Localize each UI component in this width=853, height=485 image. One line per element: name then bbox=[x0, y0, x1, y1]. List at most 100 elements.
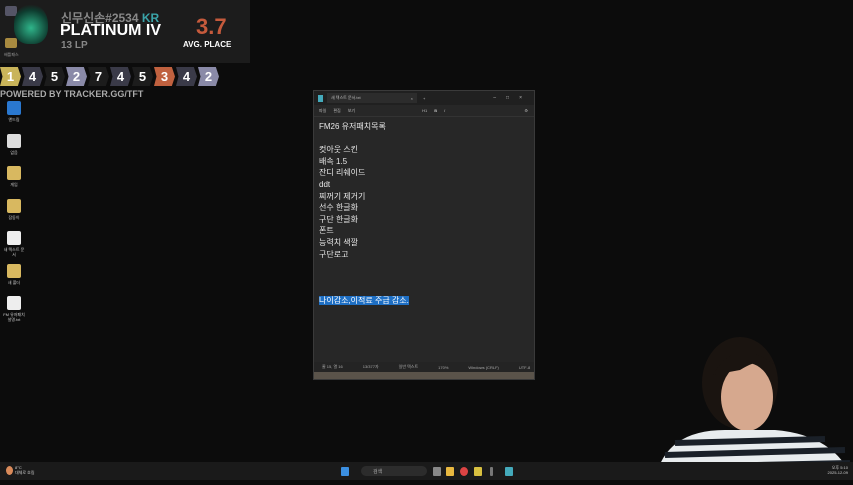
desktop-icon-graphic bbox=[7, 231, 21, 245]
status-item: 13/377자 bbox=[362, 364, 379, 369]
status-item: UTF-8 bbox=[518, 364, 531, 370]
text-line: 선수 한글화 bbox=[319, 203, 359, 213]
desktop-icon[interactable]: 앤드림 bbox=[3, 101, 25, 122]
text-line: 구단 한글화 bbox=[319, 214, 359, 224]
recent-placements: 1452745342 bbox=[0, 67, 219, 86]
webcam-overlay bbox=[655, 335, 853, 480]
desktop-icon-graphic bbox=[7, 166, 21, 180]
avg-place-value: 3.7 bbox=[196, 14, 227, 39]
status-item: 170% bbox=[438, 364, 449, 370]
rank-emblem-icon bbox=[14, 4, 48, 44]
desktop-icon-label: 새 텍스트 문서 bbox=[3, 247, 25, 257]
desktop-icon-graphic bbox=[7, 133, 21, 148]
desktop-icon-graphic bbox=[7, 198, 21, 213]
text-line: 컷아웃 스킨 bbox=[319, 145, 359, 155]
menu-edit[interactable]: 편집 bbox=[333, 108, 340, 114]
text-area[interactable]: FM26 유저패치목록컷아웃 스킨 배속 1.5 잔디 리쉐이드 ddt 찌꺼기 제거기… bbox=[314, 117, 534, 362]
placement-badge: 4 bbox=[176, 67, 197, 86]
league-points: 13 LP bbox=[61, 40, 88, 51]
explorer-icon[interactable] bbox=[446, 467, 454, 476]
search-placeholder: 검색 bbox=[373, 469, 383, 475]
app-icon[interactable] bbox=[474, 467, 482, 476]
desktop-icon-graphic bbox=[7, 263, 21, 278]
weather-icon bbox=[6, 466, 13, 475]
pen-icon[interactable] bbox=[490, 467, 493, 476]
tab-document[interactable]: 새 텍스트 문서.txt × bbox=[327, 93, 417, 103]
placement-badge: 4 bbox=[110, 67, 131, 86]
powered-by: POWERED BY TRACKER.GG/TFT bbox=[0, 89, 144, 99]
text-line: 잔디 리쉐이드 bbox=[319, 168, 366, 178]
text-line bbox=[319, 133, 529, 145]
placement-badge: 5 bbox=[44, 67, 65, 86]
taskbar: 8°C 대체로 흐림 검색 오후 5:10 2025-12-09 bbox=[0, 462, 853, 480]
text-line: 구단로고 bbox=[319, 249, 349, 259]
avg-place-label: AVG. PLACE bbox=[183, 40, 232, 49]
placement-badge: 3 bbox=[154, 67, 175, 86]
text-line bbox=[319, 272, 529, 284]
menu-view[interactable]: 보기 bbox=[348, 108, 355, 114]
text-line: 찌꺼기 제거기 bbox=[319, 191, 366, 201]
desktop-icon-graphic bbox=[7, 101, 21, 115]
side-label: 배틀패스 bbox=[4, 52, 19, 57]
desktop-icon[interactable]: 없음 bbox=[3, 133, 25, 155]
weather-desc: 대체로 흐림 bbox=[15, 470, 35, 475]
desktop-icon-label: 없음 bbox=[10, 149, 18, 155]
desktop-icon[interactable]: 게임 bbox=[3, 166, 25, 187]
file-icon[interactable] bbox=[433, 467, 441, 476]
status-item: 줄 15, 열 16 bbox=[322, 364, 343, 369]
placement-badge: 2 bbox=[198, 67, 219, 86]
placement-badge: 5 bbox=[132, 67, 153, 86]
search-box[interactable]: 검색 bbox=[361, 466, 427, 476]
status-bar: 줄 15, 열 16 13/377자 일반 텍스트 170% Windows (CRLF… bbox=[314, 362, 534, 372]
start-icon[interactable] bbox=[341, 467, 349, 476]
status-item: Windows (CRLF) bbox=[468, 364, 499, 370]
rank-tier: PLATINUM IV bbox=[60, 22, 162, 39]
desktop-icon[interactable]: 잡동이 bbox=[3, 198, 25, 220]
placement-badge: 7 bbox=[88, 67, 109, 86]
minimize-icon[interactable]: – bbox=[493, 95, 506, 101]
tft-tracker-overlay: 배틀패스 신무신손#2534 KR PLATINUM IV 13 LP 3.7 … bbox=[0, 0, 250, 63]
text-line: 배속 1.5 bbox=[319, 156, 348, 166]
text-line: ddt bbox=[319, 179, 331, 189]
close-icon[interactable]: × bbox=[519, 95, 532, 101]
new-tab-icon[interactable]: + bbox=[423, 96, 425, 101]
selected-text: 나이감소,이적료 주급 감소. bbox=[319, 295, 409, 305]
desktop-icon-label: 앤드림 bbox=[8, 117, 20, 122]
desktop-icon-label: 게임 bbox=[10, 182, 18, 187]
clock[interactable]: 오후 5:10 2025-12-09 bbox=[828, 465, 848, 475]
notepad-window[interactable]: 새 텍스트 문서.txt × + –□× 파일 편집 보기 H1 B I ⚙ FM… bbox=[313, 90, 535, 380]
chrome-icon[interactable] bbox=[460, 467, 468, 476]
folder-icon bbox=[5, 38, 17, 48]
text-line: 능력치 색깔 bbox=[319, 237, 359, 247]
desktop-icon-label: 새 폴더 bbox=[7, 279, 21, 285]
weather-widget[interactable]: 8°C 대체로 흐림 bbox=[15, 465, 35, 475]
tab-label: 새 텍스트 문서.txt bbox=[331, 95, 361, 100]
maximize-icon[interactable]: □ bbox=[506, 95, 519, 101]
text-line: FM26 유저패치목록 bbox=[319, 122, 386, 131]
placement-badge: 2 bbox=[66, 67, 87, 86]
status-item: 일반 텍스트 bbox=[398, 364, 419, 369]
settings-icon[interactable]: ⚙ bbox=[524, 108, 534, 113]
placement-badge: 1 bbox=[0, 67, 21, 86]
notepad-taskbar-icon[interactable] bbox=[505, 467, 513, 476]
notepad-icon bbox=[318, 94, 323, 102]
heading-button[interactable]: H1 bbox=[422, 108, 427, 113]
bold-button[interactable]: B bbox=[434, 108, 437, 113]
desktop-icon-label: 잡동이 bbox=[8, 214, 20, 220]
title-bar[interactable]: 새 텍스트 문서.txt × + –□× bbox=[314, 91, 534, 105]
text-line bbox=[319, 283, 529, 295]
window-shadow bbox=[314, 372, 534, 379]
italic-button[interactable]: I bbox=[444, 108, 445, 113]
desktop-icon[interactable]: FM 유저패치 설명.txt bbox=[3, 296, 25, 322]
placement-badge: 4 bbox=[22, 67, 43, 86]
menu-file[interactable]: 파일 bbox=[319, 108, 326, 114]
menu-bar: 파일 편집 보기 H1 B I ⚙ bbox=[314, 105, 534, 117]
desktop-icon-graphic bbox=[7, 296, 21, 310]
close-tab-icon[interactable]: × bbox=[411, 96, 413, 101]
text-line: 폰트 bbox=[319, 226, 334, 236]
desktop-icon[interactable]: 새 폴더 bbox=[3, 263, 25, 285]
text-line bbox=[319, 260, 529, 272]
date: 2025-12-09 bbox=[827, 470, 848, 475]
desktop-icon-label: FM 유저패치 설명.txt bbox=[3, 312, 25, 322]
desktop-icon[interactable]: 새 텍스트 문서 bbox=[3, 231, 25, 257]
